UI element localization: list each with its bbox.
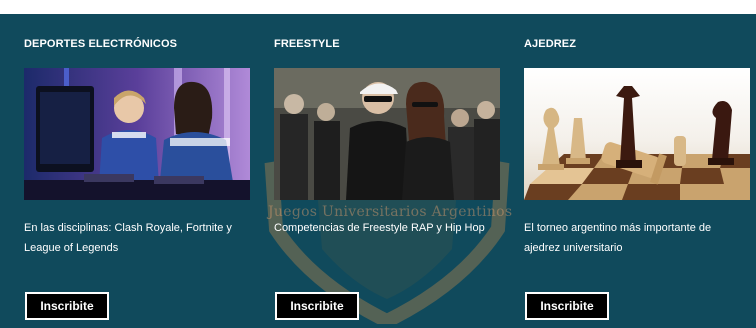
inscribite-button-chess[interactable]: Inscribite	[525, 292, 609, 320]
freestyle-image	[274, 68, 500, 200]
inscribite-button-esports[interactable]: Inscribite	[25, 292, 109, 320]
card-esports: DEPORTES ELECTRÓNICOS En las disciplinas…	[24, 14, 252, 328]
inscribite-button-freestyle[interactable]: Inscribite	[275, 292, 359, 320]
card-title: AJEDREZ	[524, 38, 577, 50]
esports-image	[24, 68, 250, 200]
card-freestyle: FREESTYLE Competencias de Freestyle RAP …	[274, 14, 502, 328]
card-chess: AJEDREZ El torneo argentino más importan…	[524, 14, 752, 328]
card-description: En las disciplinas: Clash Royale, Fortni…	[24, 222, 232, 254]
disciplines-section: Juegos Universitarios Argentinos DEPORTE…	[0, 14, 756, 328]
card-title: DEPORTES ELECTRÓNICOS	[24, 38, 178, 50]
chess-image	[524, 68, 750, 200]
card-title: FREESTYLE	[274, 38, 340, 50]
card-description: Competencias de Freestyle RAP y Hip Hop	[274, 222, 485, 234]
card-description: El torneo argentino más importante de aj…	[524, 222, 712, 254]
